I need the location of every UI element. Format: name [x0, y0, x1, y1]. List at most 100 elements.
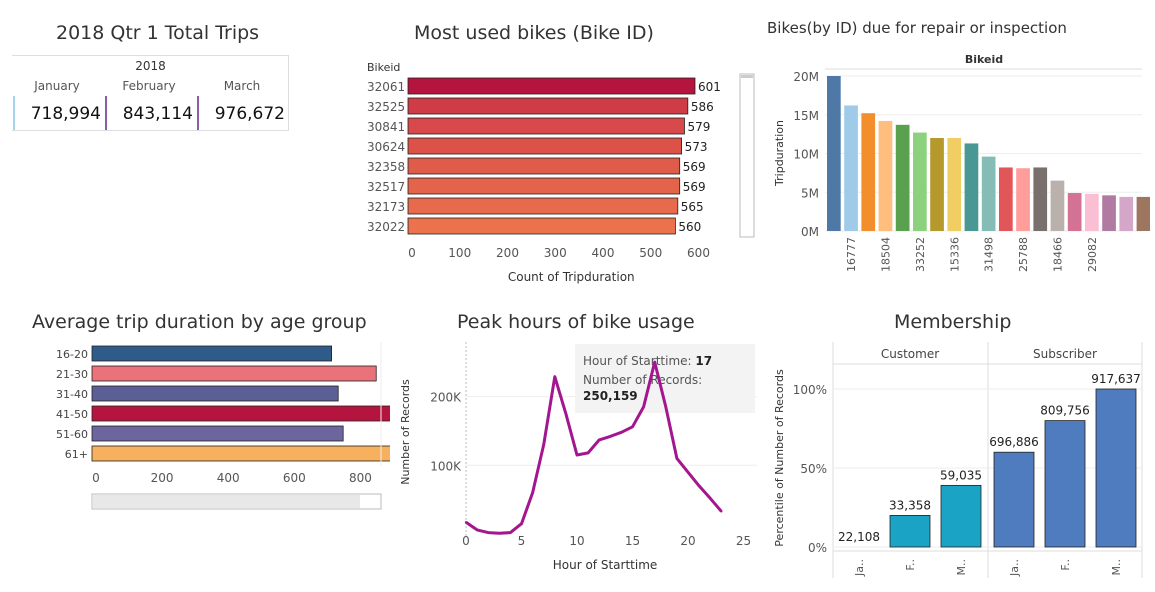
repair-bar [1136, 196, 1150, 231]
most-used-bike-label: 32525 [367, 100, 405, 114]
kpi-month-march: March [223, 79, 261, 93]
peak-point [697, 484, 701, 488]
age-group-label: 31-40 [56, 388, 88, 401]
most-used-bike-label: 32517 [367, 180, 405, 194]
membership-value-label: 696,886 [989, 435, 1039, 449]
membership-value-label: 59,035 [940, 468, 982, 482]
repair-bar [827, 76, 841, 231]
peak-point [609, 435, 612, 438]
most-used-x-tick: 0 [408, 246, 416, 260]
repair-bar [878, 120, 893, 231]
peak-point [542, 443, 545, 446]
membership-value-label: 22,108 [838, 530, 880, 544]
peak-point [464, 521, 468, 524]
most-used-x-tick: 400 [592, 246, 615, 260]
peak-x-tick: 5 [518, 534, 526, 548]
membership-value-label: 33,358 [889, 498, 931, 512]
peak-x-tick: 0 [462, 534, 470, 548]
peak-x-tick: 25 [736, 534, 751, 548]
age-chart: 16-20 21-30 31-40 41-50 51-60 61+ 0 200 400 600 80… [56, 342, 390, 510]
age-bar [91, 425, 344, 442]
membership-bar [889, 514, 931, 548]
age-x-tick: 0 [92, 471, 100, 485]
peak-y-tick: 100K [430, 459, 462, 473]
kpi-value-january: 718,994 [30, 104, 101, 124]
age-bar [91, 405, 390, 422]
repair-x-tick: 25788 [1017, 237, 1030, 272]
peak-point [487, 531, 490, 534]
peak-x-tick: 20 [680, 534, 695, 548]
repair-bar [1033, 167, 1048, 231]
peak-point [653, 360, 656, 364]
kpi-title: 2018 Qtr 1 Total Trips [56, 22, 260, 44]
peak-point [509, 531, 512, 534]
age-x-tick: 800 [349, 471, 372, 485]
membership-chart: 0% 50% 100% Percentile of Number of Records… [773, 342, 1143, 578]
peak-y-tick: 200K [430, 391, 462, 405]
most-used-bar [407, 177, 681, 195]
kpi-year: 2018 [135, 59, 166, 73]
peak-point [575, 453, 579, 457]
membership-bar [1044, 420, 1086, 548]
peak-x-tick: 15 [625, 534, 640, 548]
repair-bar [861, 113, 876, 231]
membership-x-tick: Ja.. [1008, 559, 1021, 577]
kpi-month-january: January [34, 79, 80, 93]
membership-bar [940, 484, 982, 548]
most-used-category-header: Bikeid [367, 61, 400, 74]
most-used-bar [407, 117, 685, 135]
most-used-x-axis-label: Count of Tripduration [508, 270, 635, 284]
age-group-label: 16-20 [56, 348, 88, 361]
repair-y-tick: 15M [793, 109, 819, 123]
membership-y-axis-label: Percentile of Number of Records [773, 369, 786, 547]
repair-x-tick: 15336 [948, 237, 961, 272]
repair-bar [1067, 193, 1082, 231]
most-used-scrollbar[interactable] [739, 73, 755, 238]
most-used-bike-label: 32358 [367, 160, 405, 174]
repair-y-tick: 20M [793, 70, 819, 84]
repair-x-tick: 29082 [1086, 237, 1099, 272]
repair-x-tick: 33252 [914, 237, 927, 272]
most-used-bike-label: 32022 [367, 220, 405, 234]
peak-point [498, 532, 501, 535]
peak-point [686, 470, 690, 474]
membership-x-tick: F.. [904, 559, 917, 571]
repair-y-tick: 10M [793, 148, 819, 162]
peak-point [475, 528, 479, 532]
peak-point [664, 405, 667, 409]
most-used-bike-label: 30841 [367, 120, 405, 134]
most-used-value-label: 569 [683, 160, 706, 174]
peak-tooltip-count-value: 250,159 [583, 389, 638, 403]
most-used-scrollbar-thumb[interactable] [741, 75, 753, 78]
membership-x-tick: M.. [955, 559, 968, 575]
membership-bar [993, 451, 1035, 548]
age-scrollbar-thumb[interactable] [93, 495, 360, 508]
repair-y-axis-label: Tripduration [773, 120, 786, 187]
repair-y-tick: 5M [801, 186, 819, 200]
repair-x-tick: 31498 [983, 237, 996, 272]
membership-y-tick: 50% [800, 462, 827, 476]
most-used-x-tick: 600 [687, 246, 710, 260]
repair-bar [1085, 193, 1099, 231]
repair-bar [981, 156, 996, 231]
peak-point [720, 510, 723, 513]
repair-bar [1016, 168, 1030, 231]
repair-bar [1119, 196, 1134, 231]
repair-chart: Bikeid 0M 5M 10M 15M 20M Tripduration 16777 1850… [773, 53, 1150, 272]
peak-point [520, 522, 523, 525]
peak-x-axis-label: Hour of Starttime [553, 558, 658, 572]
most-used-bar [407, 197, 679, 215]
membership-group-header: Customer [881, 347, 939, 361]
repair-x-tick: 18466 [1051, 237, 1064, 272]
age-x-tick: 400 [217, 471, 240, 485]
peak-point [531, 491, 534, 494]
membership-y-tick: 0% [808, 541, 827, 555]
repair-header: Bikeid [965, 53, 1003, 66]
repair-bar [895, 124, 910, 231]
most-used-value-label: 573 [685, 140, 708, 154]
peak-point [553, 375, 556, 378]
peak-point [564, 412, 568, 415]
repair-bar [964, 143, 979, 231]
most-used-value-label: 601 [698, 80, 721, 94]
most-used-x-tick: 500 [639, 246, 662, 260]
